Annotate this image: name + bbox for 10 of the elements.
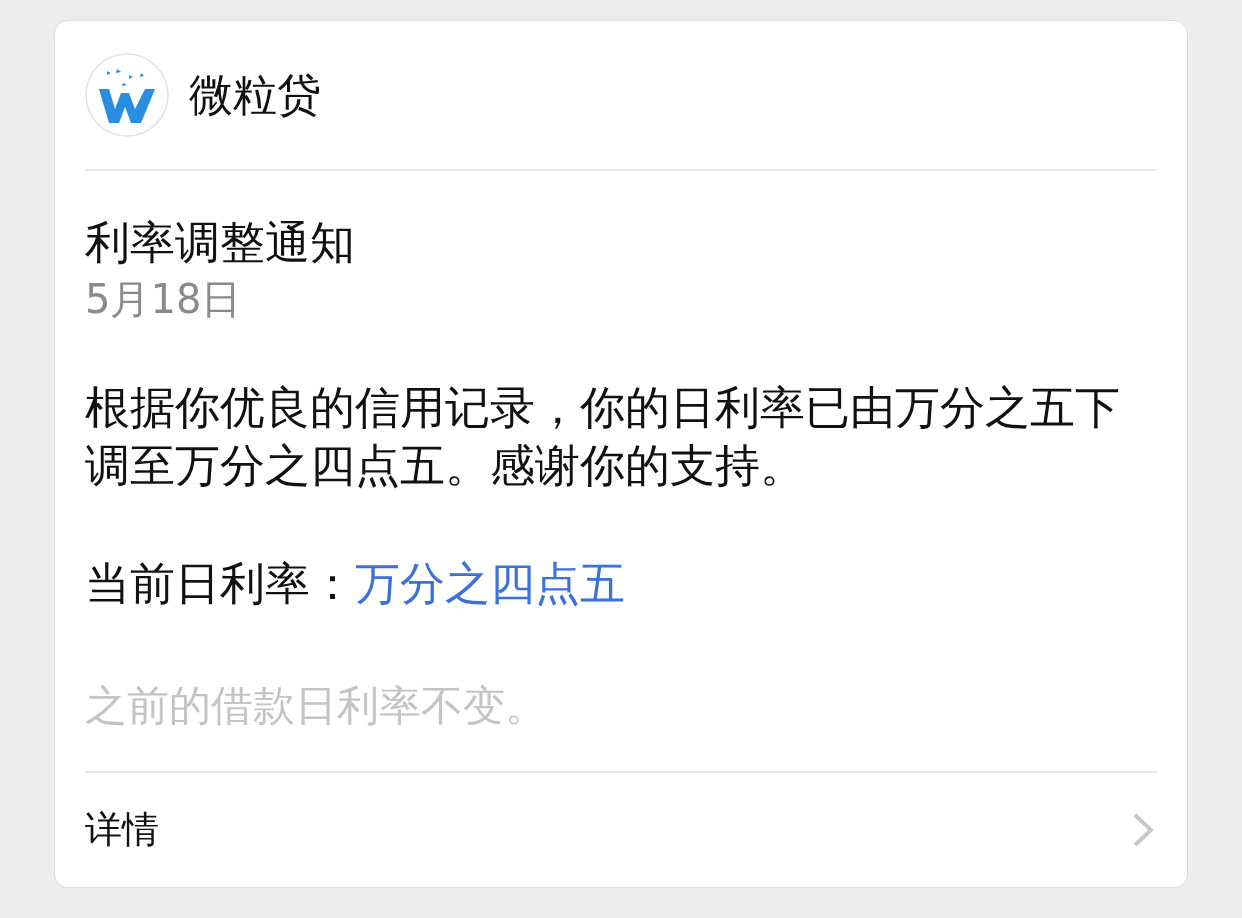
notice-date: 5月18日 xyxy=(85,275,243,324)
notice-note: 之前的借款日利率不变。 xyxy=(85,680,548,732)
chevron-right-icon[interactable] xyxy=(1131,812,1155,848)
notice-body: 根据你优良的信用记录，你的日利率已由万分之五下调至万分之四点五。感谢你的支持。 xyxy=(85,380,1121,494)
app-logo-icon xyxy=(85,53,169,137)
notice-title: 利率调整通知 xyxy=(85,215,356,271)
details-link[interactable]: 详情 xyxy=(85,805,159,855)
rate-value: 万分之四点五 xyxy=(355,556,625,612)
app-name: 微粒贷 xyxy=(189,67,321,122)
rate-label: 当前日利率： xyxy=(85,556,355,612)
